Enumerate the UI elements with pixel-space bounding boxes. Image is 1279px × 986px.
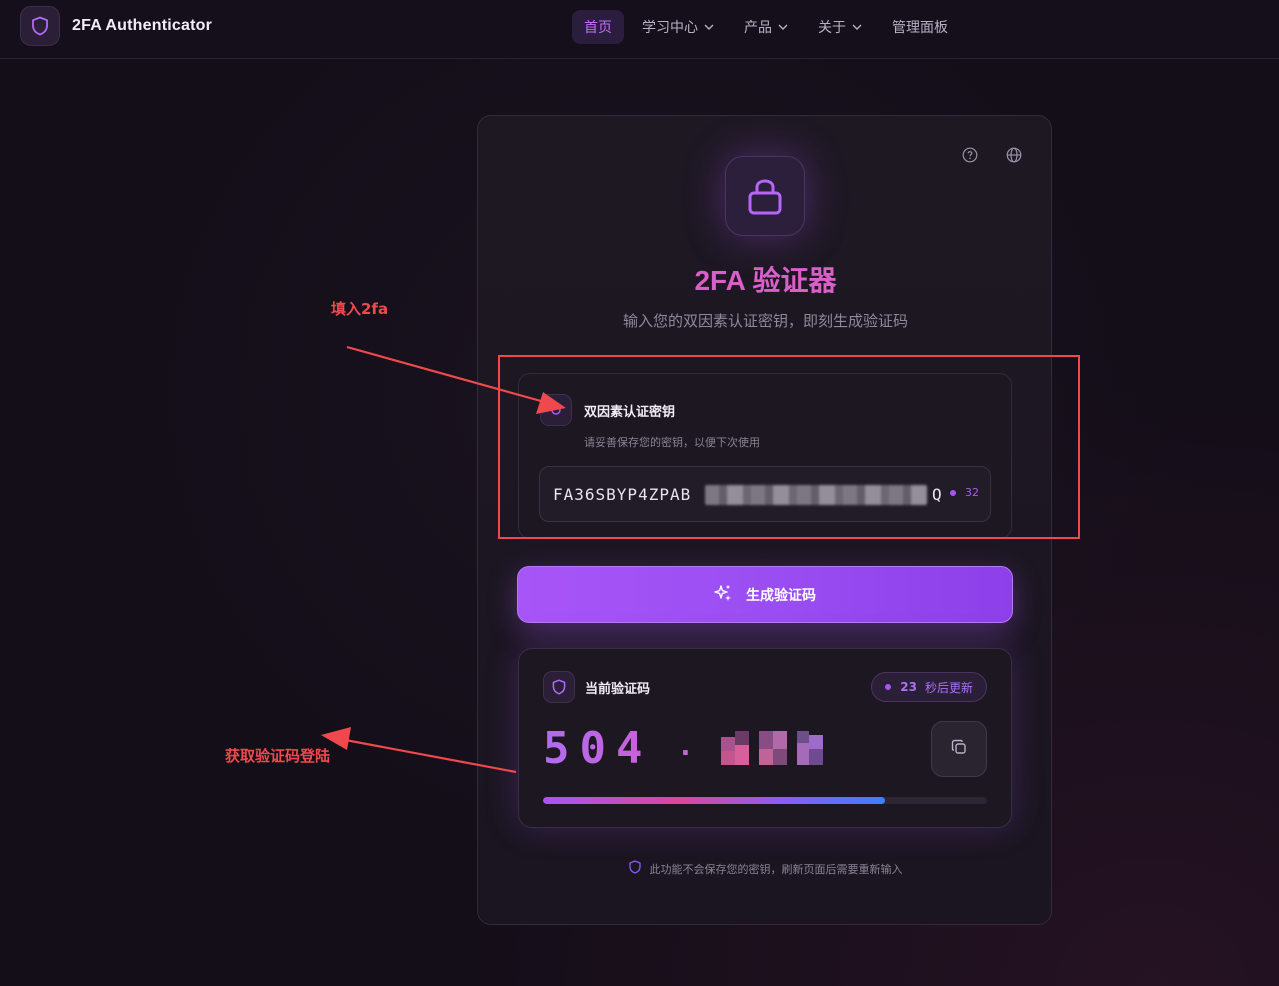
generate-code-button[interactable]: 生成验证码 [517, 566, 1013, 623]
shield-icon [20, 6, 60, 46]
annotation-get-label: 获取验证码登陆 [225, 747, 331, 765]
page-subtitle: 输入您的双因素认证密钥，即刻生成验证码 [622, 312, 908, 330]
countdown-progress [543, 797, 987, 804]
card-tools [935, 146, 1023, 164]
brand[interactable]: 2FA Authenticator [20, 6, 212, 46]
otp-code[interactable]: 504 [543, 723, 652, 774]
countdown-progress-fill [543, 797, 885, 804]
nav-admin-panel[interactable]: 管理面板 [880, 10, 960, 44]
otp-separator: · [677, 736, 694, 769]
timer-badge: 23 秒后更新 [871, 672, 987, 702]
nav-label: 管理面板 [892, 20, 948, 36]
globe-icon[interactable] [1005, 146, 1023, 164]
nav-about[interactable]: 关于 [806, 10, 874, 44]
code-header: 当前验证码 [543, 671, 650, 703]
timer-seconds: 23 [900, 680, 917, 694]
copy-button[interactable] [931, 721, 987, 777]
brand-title: 2FA Authenticator [72, 17, 213, 34]
nav-label: 首页 [584, 20, 612, 36]
code-label: 当前验证码 [585, 681, 651, 697]
chevron-down-icon [852, 24, 862, 30]
code-panel: 当前验证码 23 秒后更新 504 · [518, 648, 1012, 828]
annotation-fill-label: 填入2fa [331, 300, 389, 318]
chevron-down-icon [704, 24, 714, 30]
nav-label: 学习中心 [642, 20, 698, 36]
annotation-highlight-box [498, 355, 1080, 539]
redacted-code [721, 731, 829, 771]
lock-icon [725, 156, 805, 236]
copy-icon [951, 739, 967, 759]
generate-button-label: 生成验证码 [746, 587, 816, 604]
nav-label: 关于 [818, 20, 846, 36]
nav-home[interactable]: 首页 [572, 10, 624, 44]
timer-suffix: 秒后更新 [924, 680, 973, 695]
chevron-down-icon [778, 24, 788, 30]
footer-note-text: 此功能不会保存您的密钥，刷新页面后需要重新输入 [649, 862, 903, 876]
nav-products[interactable]: 产品 [732, 10, 800, 44]
page-title: 2FA 验证器 [694, 265, 837, 296]
top-navbar: 2FA Authenticator 首页 学习中心 产品 关于 管理面板 [0, 0, 1279, 59]
footer-note: 此功能不会保存您的密钥，刷新页面后需要重新输入 [478, 860, 1053, 877]
nav-learning-center[interactable]: 学习中心 [630, 10, 726, 44]
nav-label: 产品 [744, 20, 772, 36]
help-icon[interactable] [961, 146, 979, 164]
shield-icon [628, 860, 641, 877]
status-dot [885, 684, 892, 690]
main-nav: 首页 学习中心 产品 关于 管理面板 [572, 10, 966, 44]
sparkles-icon [714, 584, 732, 606]
shield-icon [543, 671, 575, 703]
